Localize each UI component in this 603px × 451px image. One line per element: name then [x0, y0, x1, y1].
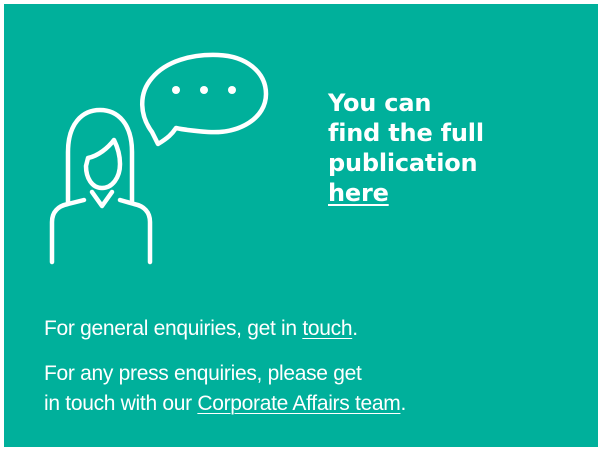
speech-bubble-icon — [140, 52, 269, 147]
general-enquiries-text: For general enquiries, get in touch. — [44, 314, 358, 344]
press-enquiries-line-1: For any press enquiries, please get — [44, 362, 362, 385]
bubble-dot-icon — [228, 86, 236, 94]
person-body-icon — [49, 197, 87, 265]
publication-headline: You can find the full publication here — [328, 88, 558, 208]
bubble-dot-icon — [200, 86, 208, 94]
corporate-affairs-link[interactable]: Corporate Affairs team — [197, 392, 400, 415]
general-enquiries-prefix: For general enquiries, get in — [44, 317, 303, 340]
bubble-dot-icon — [172, 86, 180, 94]
general-enquiries-suffix: . — [352, 317, 358, 340]
publication-card: You can find the full publication here F… — [4, 4, 598, 447]
person-speech-bubble-icon — [49, 52, 269, 265]
press-enquiries-prefix: in touch with our — [44, 392, 198, 415]
person-face-icon — [83, 137, 123, 191]
press-enquiries-suffix: . — [400, 392, 407, 415]
press-enquiries-text: For any press enquiries, please get in t… — [44, 359, 406, 419]
publication-link[interactable]: here — [328, 179, 389, 207]
headline-line-2: find the full — [328, 119, 484, 147]
headline-line-1: You can — [328, 89, 432, 117]
headline-line-3: publication — [328, 149, 478, 177]
touch-link[interactable]: touch — [302, 317, 352, 340]
